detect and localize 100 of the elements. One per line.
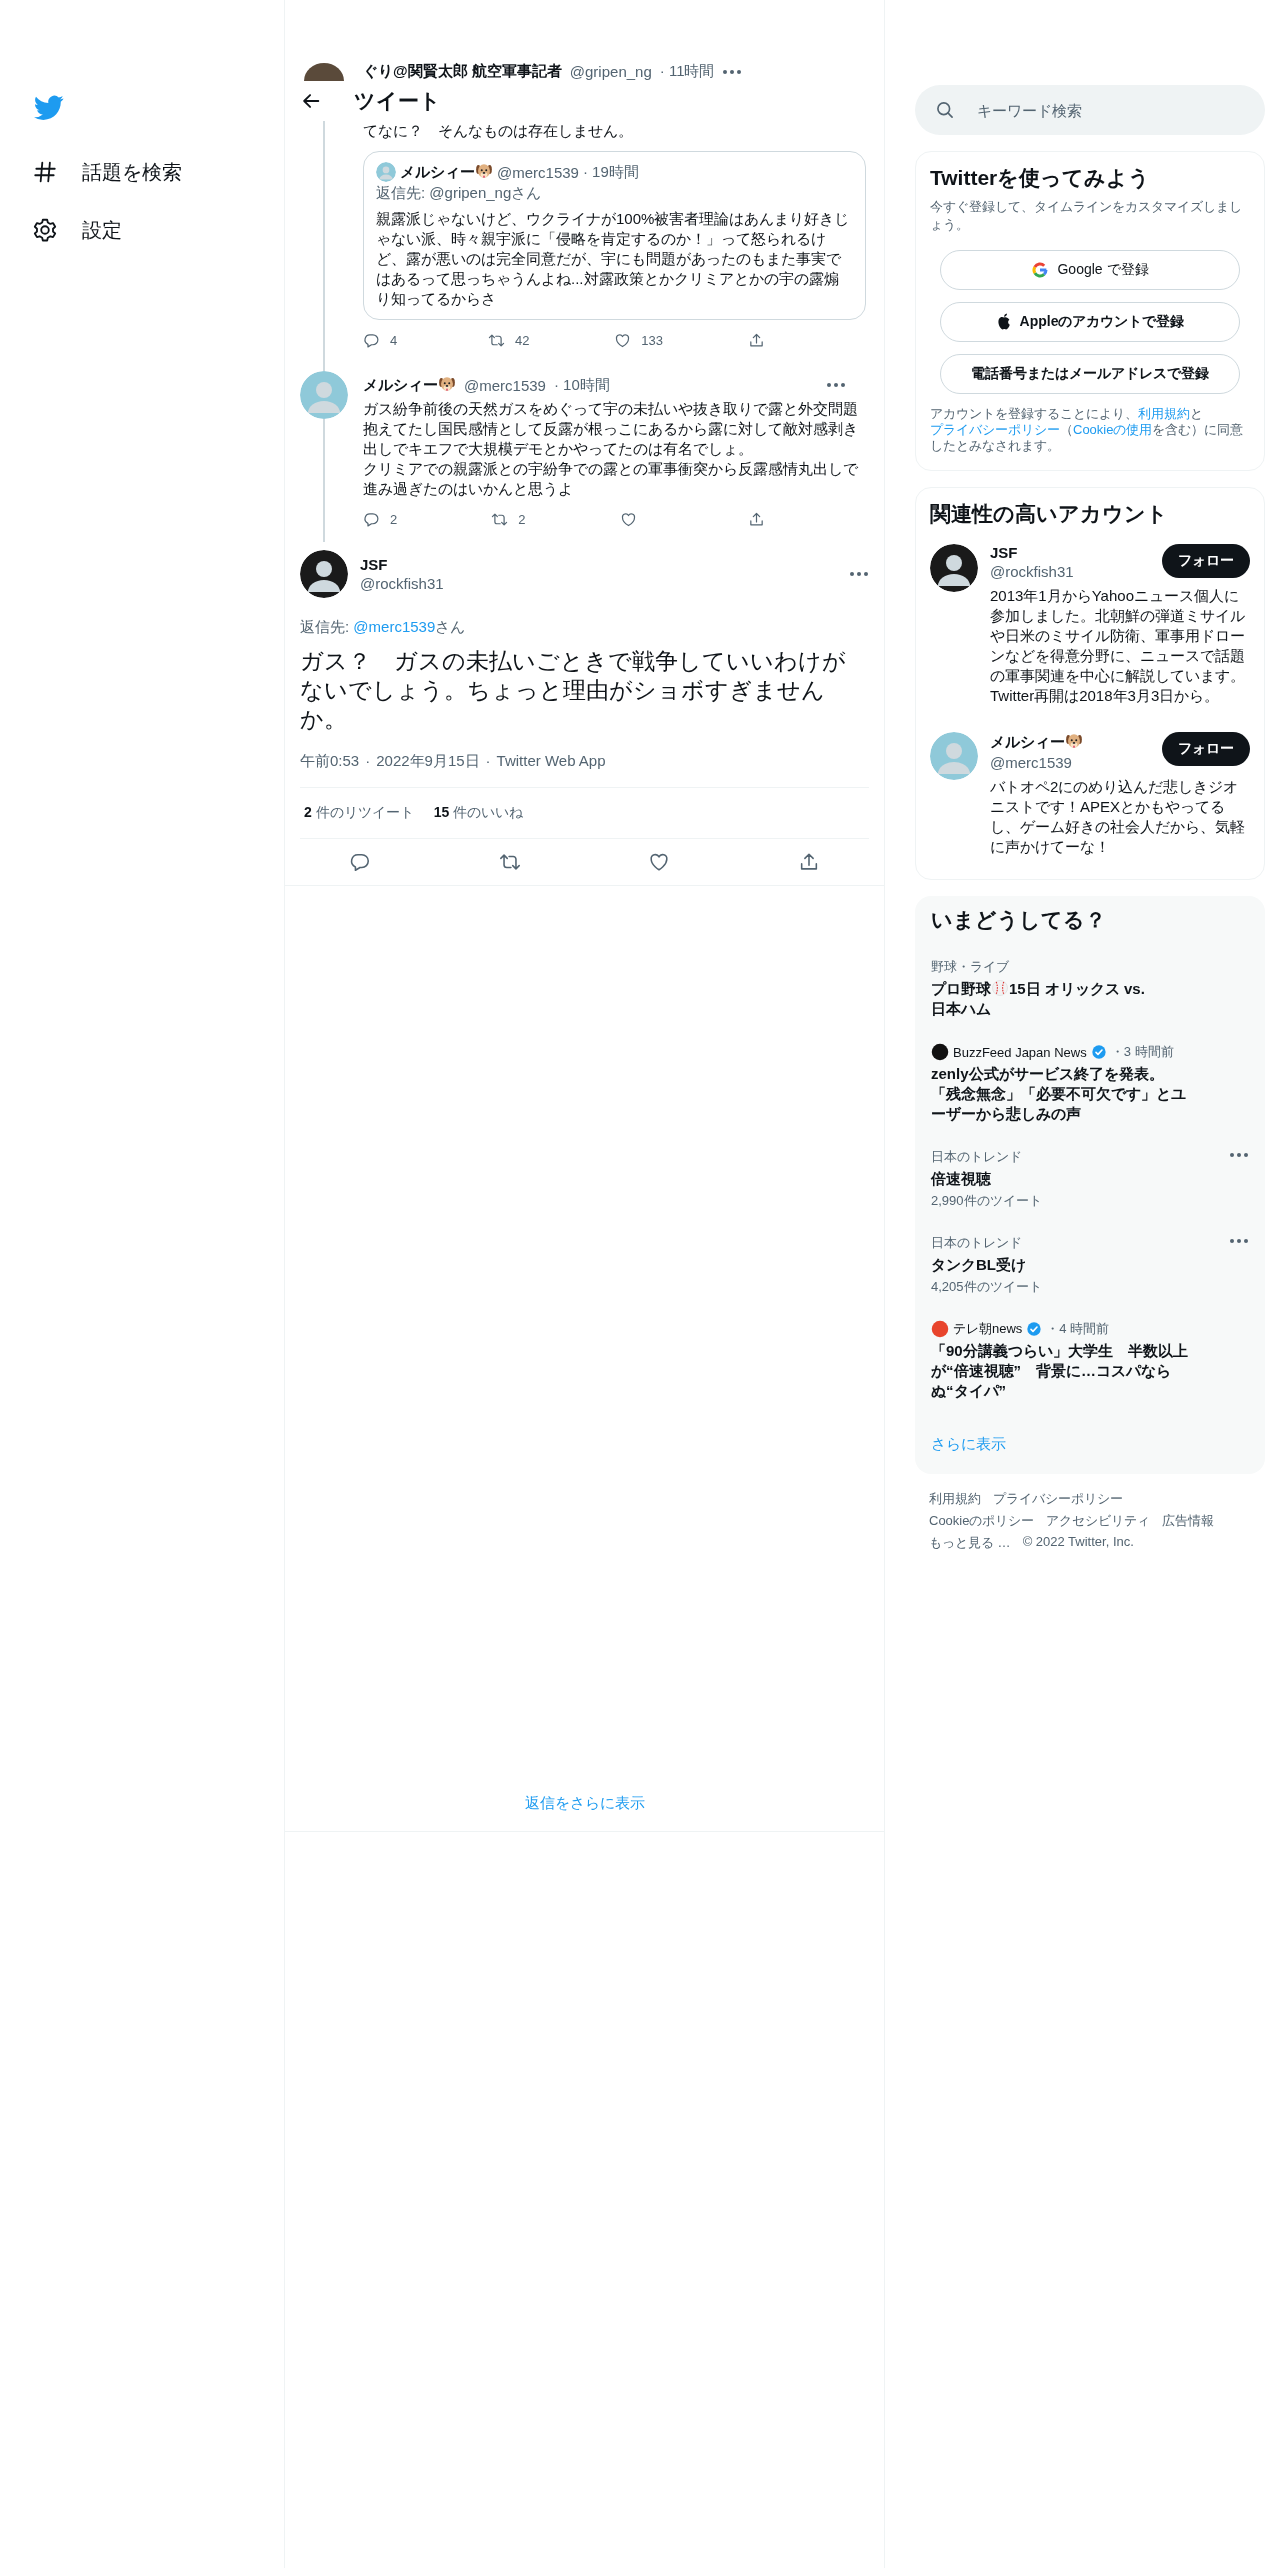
user-handle: @merc1539 — [497, 163, 579, 181]
tweet-count: 2,990件のツイート — [931, 1192, 1042, 1210]
more-icon[interactable] — [1229, 1152, 1249, 1158]
trend-title[interactable]: 日本ハム — [931, 999, 1145, 1019]
signup-button[interactable]: Google で登録 — [940, 250, 1240, 290]
trend-title[interactable]: タンクBL受け — [931, 1255, 1026, 1275]
nav-item[interactable]: 話題を検索 — [32, 143, 284, 201]
user-bio: バトオペ2にのめり込んだ悲しきジオニストです！APEXとかもやってるし、ゲーム好きの社会人だから、気軽に声かけてーな！ — [990, 777, 1246, 857]
news-headline[interactable]: 「90分講義つらい」大学生 半数以上が“倍速視聴” 背景に…コスパならぬ“タイパ” — [931, 1341, 1191, 1401]
signup-button[interactable]: Appleのアカウントで登録 — [940, 302, 1240, 342]
user-name[interactable]: メルシィー — [363, 375, 456, 395]
verified-icon — [1090, 1044, 1107, 1060]
reply-icon[interactable] — [363, 511, 380, 528]
trend-category: 野球・ライブ — [931, 958, 1009, 976]
user-name: メルシィー — [400, 162, 493, 182]
page-title: ツイート — [354, 88, 441, 114]
more-icon[interactable] — [826, 382, 846, 388]
news-source: テレ朝news — [953, 1320, 1023, 1338]
apple-icon — [995, 313, 1012, 331]
hashtag-icon — [32, 159, 58, 185]
user-name[interactable]: ぐり@関賢太郎 航空軍事記者 — [363, 62, 562, 81]
heart-icon[interactable] — [619, 511, 637, 528]
tweet-count: 4,205件のツイート — [931, 1278, 1042, 1296]
verified-icon — [1026, 1321, 1043, 1337]
footer-link[interactable]: 広告情報 — [1162, 1512, 1215, 1530]
card-title: 関連性の高いアカウント — [930, 501, 1169, 527]
tweet-text: ガス紛争前後の天然ガスをめぐって宇の未払いや抜き取りで露と外交問題抱えてたし国民感情として反露が根っこにあるから露に対して敵対感剥き出しでキエフで大規模デモとかやってたのは有名でしょ。 — [363, 399, 859, 459]
tweet-time[interactable]: · 10時間 — [553, 375, 610, 395]
settings-icon — [32, 217, 58, 243]
card-subtitle: 今すぐ登録して、タイムラインをカスタマイズしましょう。 — [930, 198, 1243, 234]
count-text: 4 — [390, 333, 398, 348]
tweet-text: ガス？ ガスの未払いごときで戦争していいわけがないでしょう。ちょっと理由がショボすぎませんか。 — [300, 647, 847, 734]
reply-to-text: 返信先: @gripen_ngさん — [376, 184, 543, 203]
follow-button[interactable]: フォロー — [1162, 732, 1250, 766]
footer-link[interactable]: プライバシーポリシー — [993, 1490, 1123, 1508]
share-icon[interactable] — [748, 511, 765, 528]
user-name[interactable]: メルシィー — [990, 732, 1083, 752]
nav-item[interactable]: 設定 — [32, 201, 284, 259]
tweet-time[interactable]: · 11時間 — [659, 62, 715, 81]
user-name[interactable]: JSF — [990, 544, 1074, 561]
dog-face-icon — [1065, 732, 1083, 750]
count-text: 42 — [514, 333, 530, 348]
tweet-meta: · — [485, 752, 491, 771]
more-icon[interactable] — [722, 68, 743, 75]
card-title: いまどうしてる？ — [930, 907, 1107, 934]
trend-category: 日本のトレンド — [931, 1234, 1022, 1252]
trend-title[interactable]: プロ野球 — [931, 980, 991, 997]
tweet-time: · 19時間 — [582, 162, 639, 182]
tweet-text: 親露派じゃないけど、ウクライナが100%被害者理論はあんまり好きじゃない派、時々親宇派に「侵略を肯定するのか！」って怒られるけど、露が悪いのは完全同意だが、宇にも問題があったのもまた事実ではあるって思っちゃうんよね...対露政策とかクリミアとかの宇の露煽り知ってるからさ — [376, 209, 851, 309]
share-icon[interactable] — [748, 332, 765, 349]
footer-link[interactable]: © 2022 Twitter, Inc. — [1022, 1534, 1134, 1552]
heart-icon[interactable] — [648, 851, 671, 873]
user-handle[interactable]: @rockfish31 — [360, 575, 444, 592]
reply-icon[interactable] — [363, 332, 380, 349]
user-bio: 2013年1月からYahooニュース個人に参加しました。北朝鮮の弾道ミサイルや日米のミサイル防衛、軍事用ドローンなどを得意分野に、ニュースで話題の軍事関連を中心に解説しています。Twitter再開は2018年3月3日から。 — [990, 586, 1246, 706]
trend-category: 日本のトレンド — [931, 1148, 1022, 1166]
baseball-icon — [991, 979, 1009, 997]
avatar[interactable] — [930, 544, 978, 592]
news-logo — [931, 1320, 949, 1338]
more-icon[interactable] — [1229, 1238, 1249, 1244]
user-handle[interactable]: @merc1539 — [464, 376, 546, 394]
footer-link[interactable]: アクセシビリティ — [1046, 1512, 1151, 1530]
dog-face-icon — [438, 375, 456, 393]
count-text: 2 — [390, 512, 398, 527]
user-handle[interactable]: @rockfish31 — [990, 563, 1074, 580]
avatar[interactable] — [300, 550, 348, 598]
footer-link[interactable]: Cookieのポリシー — [929, 1512, 1035, 1530]
tweet-meta: · — [365, 752, 371, 771]
tweet-meta: 2022年9月15日 — [376, 752, 480, 771]
news-source: BuzzFeed Japan News — [953, 1044, 1087, 1060]
tweet-text: てなに？ そんなものは存在しません。 — [363, 121, 634, 141]
card-title: Twitterを使ってみよう — [930, 165, 1152, 192]
signup-button[interactable]: 電話番号またはメールアドレスで登録 — [940, 354, 1240, 394]
quoted-tweet[interactable]: メルシィー @merc1539 · 19時間 返信先: @gripen_ngさん 親露派じゃないけど、ウクライナが100%被害者理論はあんまり好きじゃない派、時々親宇派に「侵略を肯定するのか！」って怒られるけど、露が悪いのは完全同意だが、宇にも問題があったのもまた事実ではあるって思っちゃうんよね...対露政策とかクリミアとかの宇の露煽り知ってるからさ — [363, 151, 866, 320]
news-logo — [931, 1043, 949, 1061]
heart-icon[interactable] — [614, 332, 632, 349]
stat-link[interactable]: 15 件のいいね — [433, 804, 524, 822]
reply-icon[interactable] — [348, 851, 371, 873]
user-handle[interactable]: @merc1539 — [990, 754, 1083, 771]
trend-title[interactable]: 倍速視聴 — [931, 1169, 991, 1189]
count-text: 2 — [518, 512, 526, 527]
news-headline[interactable]: zenly公式がサービス終了を発表。「残念無念」「必要不可欠です」とユーザーから悲しみの声 — [931, 1064, 1191, 1124]
retweet-icon[interactable] — [487, 332, 505, 349]
stat-link[interactable]: 2 件のリツイート — [304, 804, 414, 822]
more-icon[interactable] — [849, 571, 869, 577]
footer-link[interactable]: もっと見る … — [929, 1534, 1011, 1552]
tweet-text: クリミアでの親露派との宇紛争での露との軍事衝突から反露感情丸出しで進み過ぎたのはいかんと思うよ — [363, 459, 859, 499]
trend-title[interactable]: 15日 オリックス vs. — [1009, 980, 1145, 997]
follow-button[interactable]: フォロー — [1162, 544, 1250, 578]
search-field[interactable]: キーワード検索 — [915, 85, 1265, 135]
user-handle[interactable]: @gripen_ng — [569, 63, 652, 80]
user-name[interactable]: JSF — [360, 556, 444, 573]
footer-link[interactable]: 利用規約 — [929, 1490, 981, 1508]
news-time: ・4 時間前 — [1046, 1320, 1110, 1338]
news-time: ・3 時間前 — [1110, 1043, 1174, 1061]
count-text: 133 — [641, 333, 664, 348]
reply-to-text: 返信先: @merc1539さん — [300, 618, 467, 637]
retweet-icon[interactable] — [491, 511, 509, 528]
dog-face-icon — [475, 162, 493, 180]
bird-logo[interactable] — [34, 95, 64, 121]
